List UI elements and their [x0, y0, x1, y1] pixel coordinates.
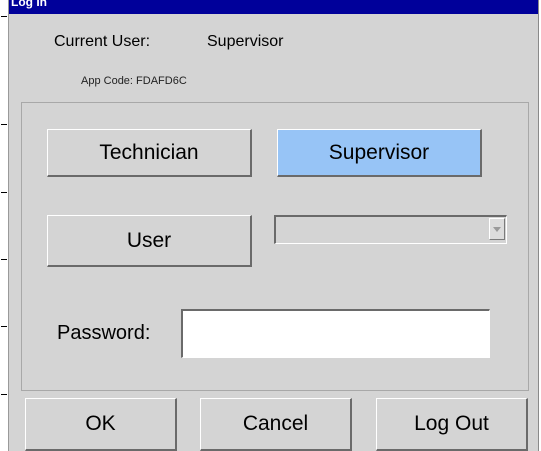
- background-window-edge: [0, 0, 9, 451]
- title-bar[interactable]: Log In: [9, 0, 538, 14]
- supervisor-button[interactable]: Supervisor: [277, 129, 482, 177]
- technician-button[interactable]: Technician: [47, 129, 252, 177]
- ok-button[interactable]: OK: [25, 398, 177, 451]
- cancel-button[interactable]: Cancel: [200, 398, 352, 451]
- login-dialog: Log In Current User: Supervisor App Code…: [9, 0, 539, 451]
- current-user-value: Supervisor: [207, 33, 284, 50]
- window-title: Log In: [11, 0, 47, 9]
- user-select-dropdown[interactable]: [274, 215, 507, 244]
- password-label: Password:: [57, 322, 151, 344]
- app-code: App Code: FDAFD6C: [81, 75, 187, 87]
- chevron-down-icon[interactable]: [489, 218, 505, 240]
- user-button[interactable]: User: [47, 215, 252, 267]
- password-field[interactable]: [181, 309, 490, 358]
- log-out-button[interactable]: Log Out: [376, 398, 528, 451]
- current-user-label: Current User:: [54, 33, 151, 50]
